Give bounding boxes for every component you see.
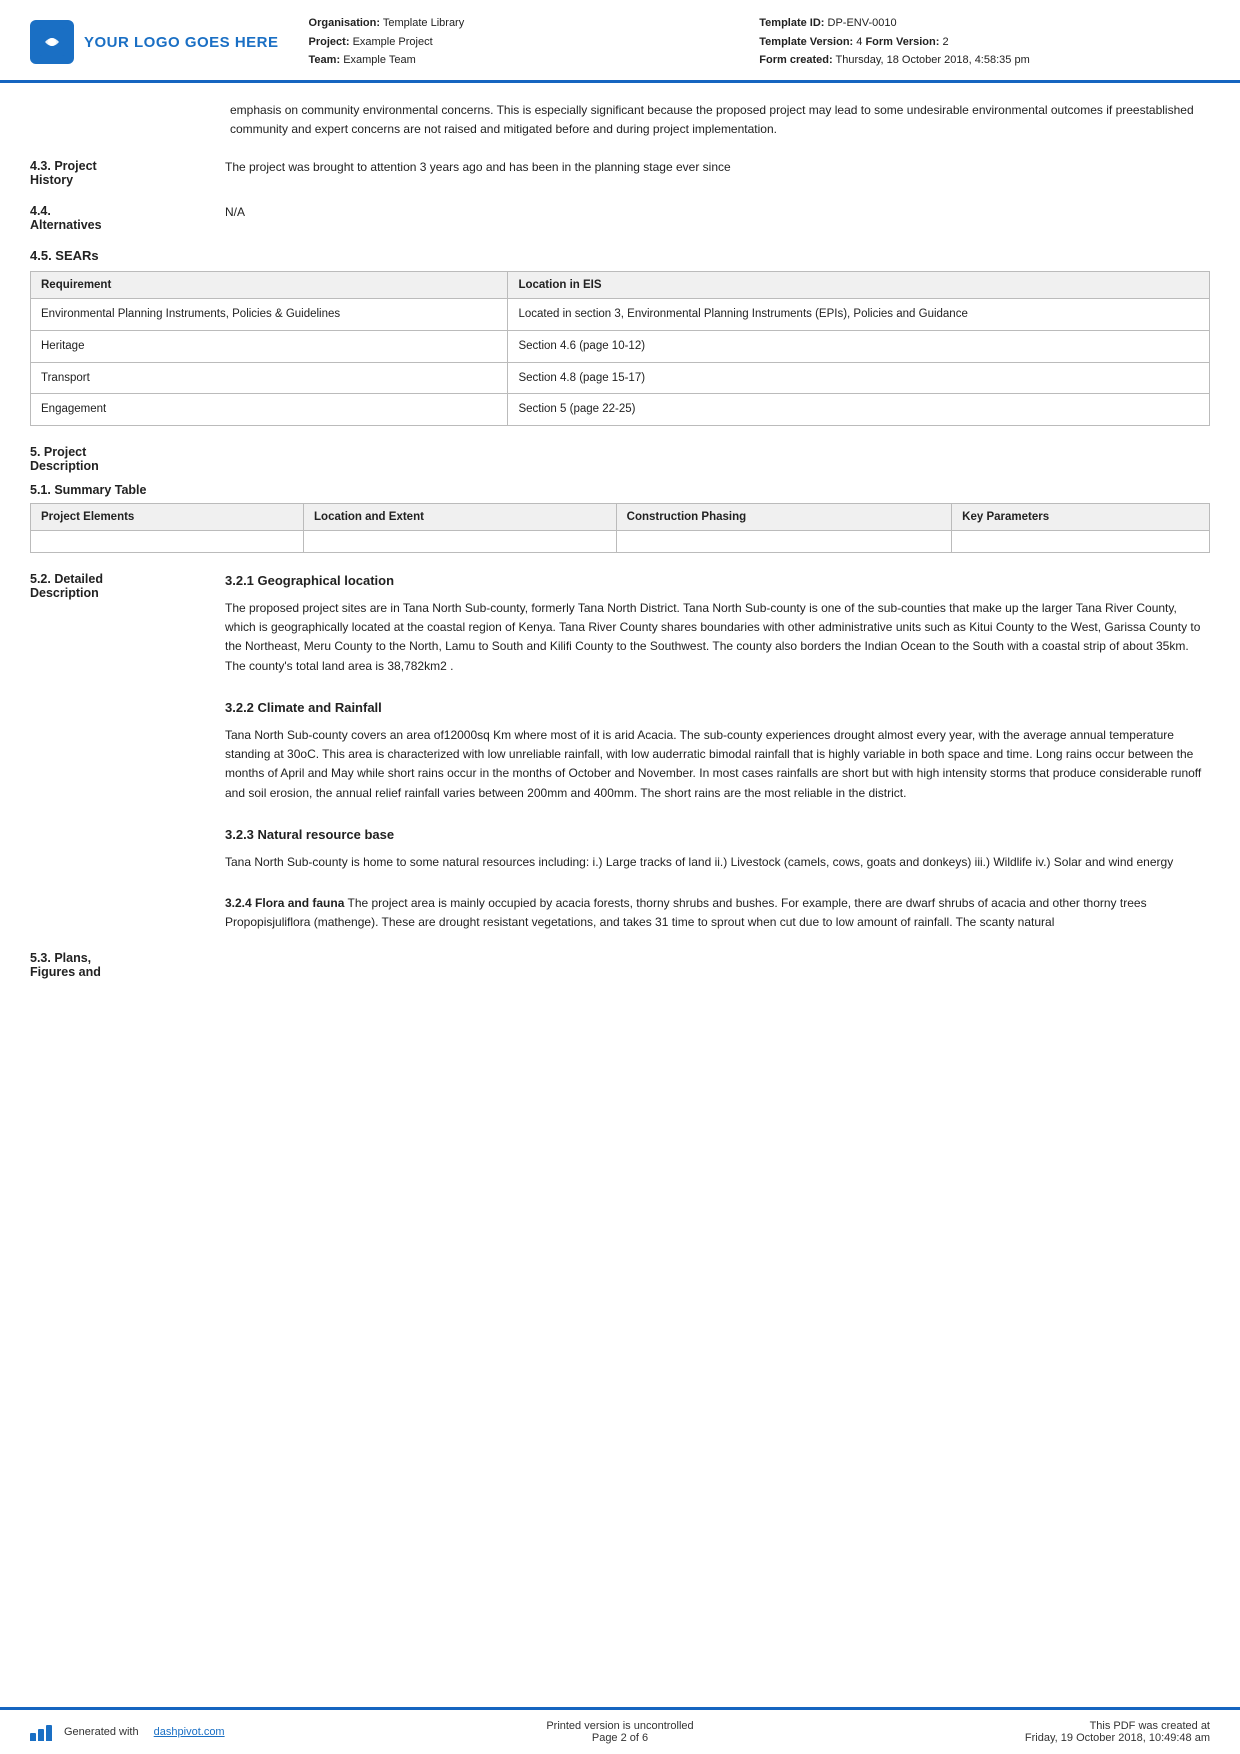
page-number: Page 2 of 6 (270, 1732, 970, 1744)
team-value: Example Team (343, 54, 416, 66)
summary-table: Project Elements Location and Extent Con… (30, 503, 1210, 553)
logo-area: YOUR LOGO GOES HERE (30, 20, 279, 64)
org-line: Organisation: Template Library (309, 14, 760, 33)
template-id-value: DP-ENV-0010 (828, 17, 897, 29)
summary-col-elements: Project Elements (31, 503, 304, 530)
section-5-3-label: 5.3. Plans,Figures and (30, 950, 225, 979)
section-5-3: 5.3. Plans,Figures and (30, 950, 1210, 979)
section-5-content (225, 444, 1210, 473)
section-5-1-heading: 5.1. Summary Table (30, 483, 1210, 497)
footer-right: This PDF was created at Friday, 19 Octob… (970, 1720, 1210, 1744)
header-meta-right: Template ID: DP-ENV-0010 Template Versio… (759, 14, 1210, 70)
main-content: emphasis on community environmental conc… (0, 83, 1240, 1707)
section-5-3-content (225, 950, 1210, 979)
sears-row1-loc: Located in section 3, Environmental Plan… (508, 299, 1210, 331)
template-version-value: 4 (856, 36, 862, 48)
uncontrolled-text: Printed version is uncontrolled (270, 1720, 970, 1732)
sears-row4-req: Engagement (31, 394, 508, 426)
pdf-created-text: This PDF was created at (970, 1720, 1210, 1732)
section-4-4-label: 4.4.Alternatives (30, 203, 225, 232)
form-created-label: Form created: (759, 54, 832, 66)
footer-center: Printed version is uncontrolled Page 2 o… (270, 1720, 970, 1744)
section-5-2: 5.2. DetailedDescription 3.2.1 Geographi… (30, 571, 1210, 940)
natural-heading: 3.2.3 Natural resource base (225, 825, 1210, 845)
form-version-value: 2 (942, 36, 948, 48)
section-5-2-label: 5.2. DetailedDescription (30, 571, 225, 940)
sears-table: Requirement Location in EIS Environmenta… (30, 271, 1210, 426)
table-row: Heritage Section 4.6 (page 10-12) (31, 330, 1210, 362)
bar1 (30, 1733, 36, 1741)
sears-col-requirement: Requirement (31, 272, 508, 299)
flora-para: 3.2.4 Flora and fauna The project area i… (225, 894, 1210, 932)
section-4-3-label: 4.3. ProjectHistory (30, 158, 225, 187)
section-5-label: 5. ProjectDescription (30, 444, 225, 473)
section-4-3-content: The project was brought to attention 3 y… (225, 158, 1210, 187)
summary-row1-elements (31, 530, 304, 552)
form-created-line: Form created: Thursday, 18 October 2018,… (759, 51, 1210, 70)
natural-body: Tana North Sub-county is home to some na… (225, 853, 1210, 872)
flora-bold: 3.2.4 Flora and fauna (225, 896, 344, 910)
section-4-3: 4.3. ProjectHistory The project was brou… (30, 158, 1210, 187)
climate-body: Tana North Sub-county covers an area of1… (225, 726, 1210, 803)
bar2 (38, 1729, 44, 1741)
generated-text: Generated with (64, 1726, 139, 1738)
footer-left: Generated with dashpivot.com (30, 1723, 270, 1741)
sears-row3-req: Transport (31, 362, 508, 394)
section-4-4-content: N/A (225, 203, 1210, 232)
page: YOUR LOGO GOES HERE Organisation: Templa… (0, 0, 1240, 1754)
header: YOUR LOGO GOES HERE Organisation: Templa… (0, 0, 1240, 83)
header-meta-left: Organisation: Template Library Project: … (309, 14, 760, 70)
flora-body: The project area is mainly occupied by a… (225, 896, 1147, 929)
section-5-heading-row: 5. ProjectDescription (30, 444, 1210, 473)
header-meta: Organisation: Template Library Project: … (279, 14, 1210, 70)
section-4-5: 4.5. SEARs Requirement Location in EIS E… (30, 248, 1210, 426)
org-value: Template Library (383, 17, 464, 29)
sears-row1-req: Environmental Planning Instruments, Poli… (31, 299, 508, 331)
project-label: Project: (309, 36, 350, 48)
template-version-label: Template Version: (759, 36, 853, 48)
table-row: Transport Section 4.8 (page 15-17) (31, 362, 1210, 394)
table-row: Engagement Section 5 (page 22-25) (31, 394, 1210, 426)
form-created-value: Thursday, 18 October 2018, 4:58:35 pm (835, 54, 1029, 66)
template-version-line: Template Version: 4 Form Version: 2 (759, 33, 1210, 52)
sears-col-location: Location in EIS (508, 272, 1210, 299)
bar3 (46, 1725, 52, 1741)
team-line: Team: Example Team (309, 51, 760, 70)
org-label: Organisation: (309, 17, 381, 29)
summary-row1-construction (616, 530, 952, 552)
sears-row3-loc: Section 4.8 (page 15-17) (508, 362, 1210, 394)
summary-row1-location (304, 530, 617, 552)
summary-col-location: Location and Extent (304, 503, 617, 530)
template-id-line: Template ID: DP-ENV-0010 (759, 14, 1210, 33)
table-row (31, 530, 1210, 552)
logo-text: YOUR LOGO GOES HERE (84, 34, 279, 51)
section-4-4: 4.4.Alternatives N/A (30, 203, 1210, 232)
section-4-5-heading: 4.5. SEARs (30, 248, 1210, 263)
summary-row1-parameters (952, 530, 1210, 552)
sears-row2-req: Heritage (31, 330, 508, 362)
project-line: Project: Example Project (309, 33, 760, 52)
sears-row4-loc: Section 5 (page 22-25) (508, 394, 1210, 426)
pdf-date: Friday, 19 October 2018, 10:49:48 am (970, 1732, 1210, 1744)
section-5-1: 5.1. Summary Table Project Elements Loca… (30, 483, 1210, 553)
template-id-label: Template ID: (759, 17, 824, 29)
footer: Generated with dashpivot.com Printed ver… (0, 1707, 1240, 1754)
dashpivot-icon (30, 1723, 58, 1741)
climate-heading: 3.2.2 Climate and Rainfall (225, 698, 1210, 718)
intro-text: emphasis on community environmental conc… (230, 101, 1210, 138)
form-version-label: Form Version: (865, 36, 939, 48)
summary-col-parameters: Key Parameters (952, 503, 1210, 530)
table-row: Environmental Planning Instruments, Poli… (31, 299, 1210, 331)
team-label: Team: (309, 54, 341, 66)
sears-row2-loc: Section 4.6 (page 10-12) (508, 330, 1210, 362)
logo-icon (30, 20, 74, 64)
dashpivot-link[interactable]: dashpivot.com (154, 1726, 225, 1738)
section-5-2-content: 3.2.1 Geographical location The proposed… (225, 571, 1210, 940)
section-4-4-na: N/A (225, 205, 245, 219)
summary-col-construction: Construction Phasing (616, 503, 952, 530)
geo-heading: 3.2.1 Geographical location (225, 571, 1210, 591)
project-value: Example Project (353, 36, 433, 48)
geo-body: The proposed project sites are in Tana N… (225, 599, 1210, 676)
